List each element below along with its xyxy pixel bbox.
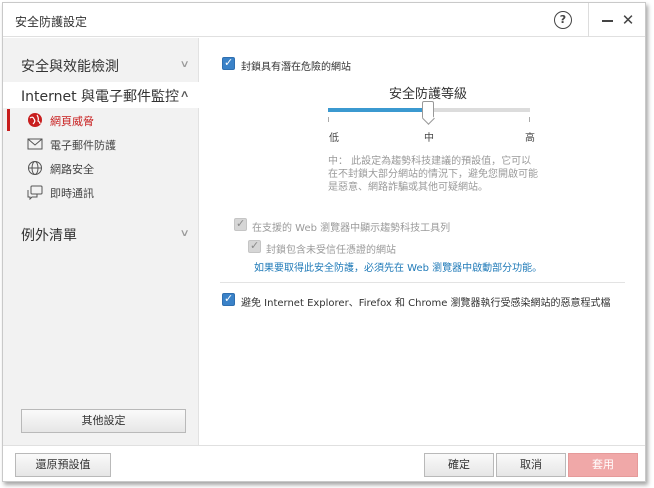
sidebar-item-web-threats[interactable]: 網頁威脅 xyxy=(3,109,199,131)
level-description: 中： 此設定為趨勢科技建議的預設值，它可以在不封鎖大部分網站的情況下，避免您開啟… xyxy=(328,156,538,193)
close-button[interactable]: ✕ xyxy=(620,10,636,30)
slider-thumb[interactable] xyxy=(422,101,434,119)
window-title: 安全防護設定 xyxy=(15,15,88,29)
level-low-label: 低 xyxy=(329,133,339,144)
block-untrusted-checkbox[interactable] xyxy=(248,239,261,253)
chat-bubble-icon xyxy=(27,185,43,200)
network-globe-icon xyxy=(28,161,42,175)
chevron-down-icon: ∨ xyxy=(179,59,190,70)
slider-fill xyxy=(328,108,429,112)
main-panel: 封鎖具有潛在危險的網站 安全防護等級 低 中 高 中： 此設定為趨勢科技建議的預… xyxy=(200,38,645,445)
title-bar: 安全防護設定 ? ✕ xyxy=(3,3,645,37)
toolbar-checkbox[interactable] xyxy=(234,217,247,231)
toolbar-label: 在支援的 Web 瀏覽器中顯示趨勢科技工具列 xyxy=(252,223,451,234)
level-medium-label: 中 xyxy=(424,133,434,144)
footer: 還原預設值 確定 取消 套用 xyxy=(3,445,645,481)
settings-window: 安全防護設定 ? ✕ 安全與效能檢測 ∨ Internet 與電子郵件監控 ∧ … xyxy=(2,2,646,482)
sidebar-item-label: 即時通訊 xyxy=(50,187,94,200)
sidebar-section-label: 安全與效能檢測 xyxy=(21,59,119,75)
block-untrusted-label: 封鎖包含未受信任憑證的網站 xyxy=(266,245,396,256)
minimize-button[interactable] xyxy=(601,10,615,30)
malicious-script-checkbox[interactable] xyxy=(222,292,235,306)
block-sites-checkbox[interactable] xyxy=(222,56,235,70)
ok-button[interactable]: 確定 xyxy=(424,453,494,477)
cancel-button[interactable]: 取消 xyxy=(496,453,566,477)
help-button[interactable]: ? xyxy=(554,11,572,29)
restore-defaults-button[interactable]: 還原預設值 xyxy=(15,453,111,477)
envelope-icon xyxy=(27,138,43,150)
security-level-title: 安全防護等級 xyxy=(389,87,468,102)
sidebar-section-internet-email[interactable]: Internet 與電子郵件監控 ∧ xyxy=(3,82,199,108)
other-settings-button[interactable]: 其他設定 xyxy=(21,409,186,433)
sidebar-item-label: 電子郵件防護 xyxy=(50,139,116,152)
active-indicator xyxy=(7,109,10,131)
level-high-label: 高 xyxy=(525,133,535,144)
chevron-up-icon: ∧ xyxy=(179,89,190,100)
sidebar-section-label: Internet 與電子郵件監控 xyxy=(21,89,180,105)
sidebar-item-instant-messaging[interactable]: 即時通訊 xyxy=(3,181,199,203)
sidebar-item-label: 網頁威脅 xyxy=(50,115,94,128)
sidebar-item-network-security[interactable]: 網路安全 xyxy=(3,157,199,179)
divider xyxy=(220,282,625,283)
apply-button[interactable]: 套用 xyxy=(568,453,638,477)
globe-threat-icon xyxy=(28,113,42,127)
sidebar: 安全與效能檢測 ∨ Internet 與電子郵件監控 ∧ 網頁威脅 電子郵件防護 xyxy=(3,38,199,445)
web-protection-link[interactable]: 如果要取得此安全防護，必須先在 Web 瀏覽器中啟動部分功能。 xyxy=(254,259,542,274)
sidebar-item-email-protection[interactable]: 電子郵件防護 xyxy=(3,133,199,155)
chevron-down-icon: ∨ xyxy=(179,228,190,239)
block-sites-label: 封鎖具有潛在危險的網站 xyxy=(241,62,351,73)
malicious-script-label: 避免 Internet Explorer、Firefox 和 Chrome 瀏覽… xyxy=(241,298,611,309)
sidebar-section-label: 例外清單 xyxy=(21,228,77,244)
sidebar-section-scan[interactable]: 安全與效能檢測 ∨ xyxy=(3,52,199,78)
sidebar-section-exceptions[interactable]: 例外清單 ∨ xyxy=(3,221,199,247)
sidebar-item-label: 網路安全 xyxy=(50,163,94,176)
title-divider xyxy=(588,3,589,37)
